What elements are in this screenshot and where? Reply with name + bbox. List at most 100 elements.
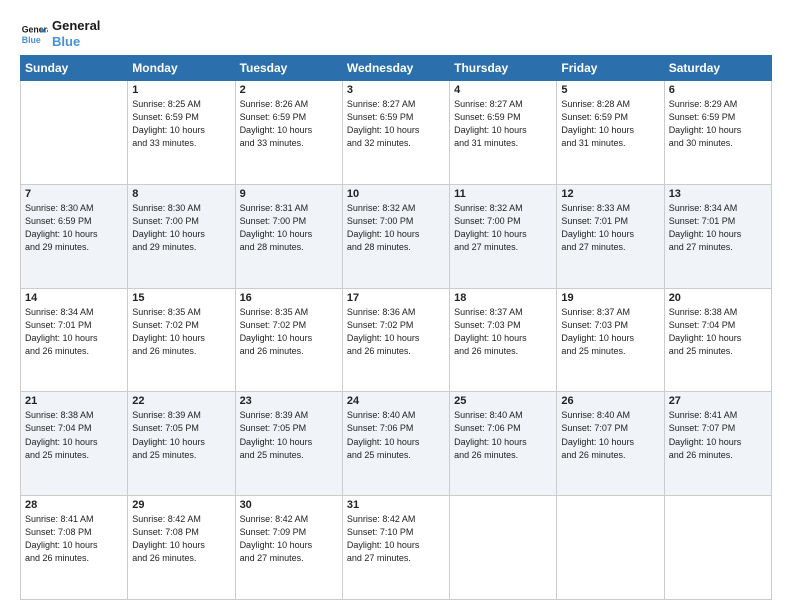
calendar-header-wednesday: Wednesday [342,56,449,81]
calendar-cell: 26 Sunrise: 8:40 AM Sunset: 7:07 PM Dayli… [557,392,664,496]
calendar-cell [557,496,664,600]
calendar-cell: 28 Sunrise: 8:41 AM Sunset: 7:08 PM Dayli… [21,496,128,600]
calendar-cell: 8 Sunrise: 8:30 AM Sunset: 7:00 PM Daylig… [128,184,235,288]
calendar-cell: 9 Sunrise: 8:31 AM Sunset: 7:00 PM Daylig… [235,184,342,288]
calendar-cell: 30 Sunrise: 8:42 AM Sunset: 7:09 PM Dayli… [235,496,342,600]
day-number: 2 [240,84,338,96]
calendar-cell: 7Sunrise: 8:30 AM Sunset: 6:59 PM Daylig… [21,184,128,288]
day-info: Sunrise: 8:40 AM Sunset: 7:07 PM Dayligh… [561,409,659,461]
day-number: 15 [132,292,230,304]
calendar-cell [450,496,557,600]
day-number: 21 [25,395,123,407]
logo-icon: General Blue [20,20,48,48]
calendar-header-monday: Monday [128,56,235,81]
calendar-table: SundayMondayTuesdayWednesdayThursdayFrid… [20,55,772,600]
day-info: Sunrise: 8:26 AM Sunset: 6:59 PM Dayligh… [240,98,338,150]
calendar-cell: 4 Sunrise: 8:27 AM Sunset: 6:59 PM Daylig… [450,81,557,185]
day-info: Sunrise: 8:28 AM Sunset: 6:59 PM Dayligh… [561,98,659,150]
day-number: 20 [669,292,767,304]
day-info: Sunrise: 8:41 AM Sunset: 7:07 PM Dayligh… [669,409,767,461]
day-number: 31 [347,499,445,511]
calendar-cell: 11 Sunrise: 8:32 AM Sunset: 7:00 PM Dayli… [450,184,557,288]
day-number: 1 [132,84,230,96]
day-number: 9 [240,188,338,200]
day-number: 11 [454,188,552,200]
day-info: Sunrise: 8:25 AM Sunset: 6:59 PM Dayligh… [132,98,230,150]
day-info: Sunrise: 8:38 AM Sunset: 7:04 PM Dayligh… [25,409,123,461]
calendar-cell: 31Sunrise: 8:42 AM Sunset: 7:10 PM Dayli… [342,496,449,600]
calendar-cell: 14 Sunrise: 8:34 AM Sunset: 7:01 PM Dayli… [21,288,128,392]
day-number: 6 [669,84,767,96]
day-number: 4 [454,84,552,96]
calendar-header-friday: Friday [557,56,664,81]
day-number: 23 [240,395,338,407]
logo: General Blue General Blue [20,18,100,49]
day-info: Sunrise: 8:35 AM Sunset: 7:02 PM Dayligh… [132,306,230,358]
calendar-header-sunday: Sunday [21,56,128,81]
day-number: 25 [454,395,552,407]
calendar-week-3: 14 Sunrise: 8:34 AM Sunset: 7:01 PM Dayli… [21,288,772,392]
day-info: Sunrise: 8:34 AM Sunset: 7:01 PM Dayligh… [25,306,123,358]
calendar-header-thursday: Thursday [450,56,557,81]
calendar-cell: 15 Sunrise: 8:35 AM Sunset: 7:02 PM Dayli… [128,288,235,392]
svg-text:Blue: Blue [22,34,41,44]
calendar-cell: 16Sunrise: 8:35 AM Sunset: 7:02 PM Dayli… [235,288,342,392]
day-info: Sunrise: 8:30 AM Sunset: 7:00 PM Dayligh… [132,202,230,254]
day-number: 28 [25,499,123,511]
day-info: Sunrise: 8:27 AM Sunset: 6:59 PM Dayligh… [454,98,552,150]
day-number: 29 [132,499,230,511]
svg-text:General: General [22,24,48,34]
day-number: 26 [561,395,659,407]
calendar-week-4: 21 Sunrise: 8:38 AM Sunset: 7:04 PM Dayli… [21,392,772,496]
calendar-cell: 19Sunrise: 8:37 AM Sunset: 7:03 PM Dayli… [557,288,664,392]
day-info: Sunrise: 8:32 AM Sunset: 7:00 PM Dayligh… [347,202,445,254]
day-number: 22 [132,395,230,407]
day-number: 14 [25,292,123,304]
day-info: Sunrise: 8:39 AM Sunset: 7:05 PM Dayligh… [240,409,338,461]
day-number: 17 [347,292,445,304]
day-info: Sunrise: 8:41 AM Sunset: 7:08 PM Dayligh… [25,513,123,565]
day-info: Sunrise: 8:35 AM Sunset: 7:02 PM Dayligh… [240,306,338,358]
calendar-cell: 17 Sunrise: 8:36 AM Sunset: 7:02 PM Dayli… [342,288,449,392]
day-info: Sunrise: 8:29 AM Sunset: 6:59 PM Dayligh… [669,98,767,150]
day-info: Sunrise: 8:39 AM Sunset: 7:05 PM Dayligh… [132,409,230,461]
calendar-cell [21,81,128,185]
calendar-cell: 23 Sunrise: 8:39 AM Sunset: 7:05 PM Dayli… [235,392,342,496]
calendar-cell: 2 Sunrise: 8:26 AM Sunset: 6:59 PM Daylig… [235,81,342,185]
calendar-cell: 20 Sunrise: 8:38 AM Sunset: 7:04 PM Dayli… [664,288,771,392]
calendar-cell: 24 Sunrise: 8:40 AM Sunset: 7:06 PM Dayli… [342,392,449,496]
calendar-cell: 27Sunrise: 8:41 AM Sunset: 7:07 PM Dayli… [664,392,771,496]
day-info: Sunrise: 8:36 AM Sunset: 7:02 PM Dayligh… [347,306,445,358]
calendar-header-saturday: Saturday [664,56,771,81]
day-number: 3 [347,84,445,96]
day-info: Sunrise: 8:34 AM Sunset: 7:01 PM Dayligh… [669,202,767,254]
day-info: Sunrise: 8:42 AM Sunset: 7:09 PM Dayligh… [240,513,338,565]
day-number: 30 [240,499,338,511]
calendar-cell: 12Sunrise: 8:33 AM Sunset: 7:01 PM Dayli… [557,184,664,288]
day-number: 18 [454,292,552,304]
day-info: Sunrise: 8:31 AM Sunset: 7:00 PM Dayligh… [240,202,338,254]
calendar-cell [664,496,771,600]
calendar-week-1: 1 Sunrise: 8:25 AM Sunset: 6:59 PM Daylig… [21,81,772,185]
calendar-cell: 29Sunrise: 8:42 AM Sunset: 7:08 PM Dayli… [128,496,235,600]
calendar-cell: 13 Sunrise: 8:34 AM Sunset: 7:01 PM Dayli… [664,184,771,288]
day-info: Sunrise: 8:40 AM Sunset: 7:06 PM Dayligh… [347,409,445,461]
calendar-week-2: 7Sunrise: 8:30 AM Sunset: 6:59 PM Daylig… [21,184,772,288]
calendar-cell: 5 Sunrise: 8:28 AM Sunset: 6:59 PM Daylig… [557,81,664,185]
logo-general: General [52,18,100,34]
day-number: 8 [132,188,230,200]
day-number: 5 [561,84,659,96]
day-number: 13 [669,188,767,200]
calendar-week-5: 28 Sunrise: 8:41 AM Sunset: 7:08 PM Dayli… [21,496,772,600]
calendar-cell: 25Sunrise: 8:40 AM Sunset: 7:06 PM Dayli… [450,392,557,496]
calendar-header-tuesday: Tuesday [235,56,342,81]
day-number: 12 [561,188,659,200]
day-info: Sunrise: 8:38 AM Sunset: 7:04 PM Dayligh… [669,306,767,358]
calendar-cell: 1 Sunrise: 8:25 AM Sunset: 6:59 PM Daylig… [128,81,235,185]
day-number: 7 [25,188,123,200]
header: General Blue General Blue [20,18,772,49]
day-number: 24 [347,395,445,407]
calendar-header-row: SundayMondayTuesdayWednesdayThursdayFrid… [21,56,772,81]
day-info: Sunrise: 8:32 AM Sunset: 7:00 PM Dayligh… [454,202,552,254]
calendar-cell: 6 Sunrise: 8:29 AM Sunset: 6:59 PM Daylig… [664,81,771,185]
